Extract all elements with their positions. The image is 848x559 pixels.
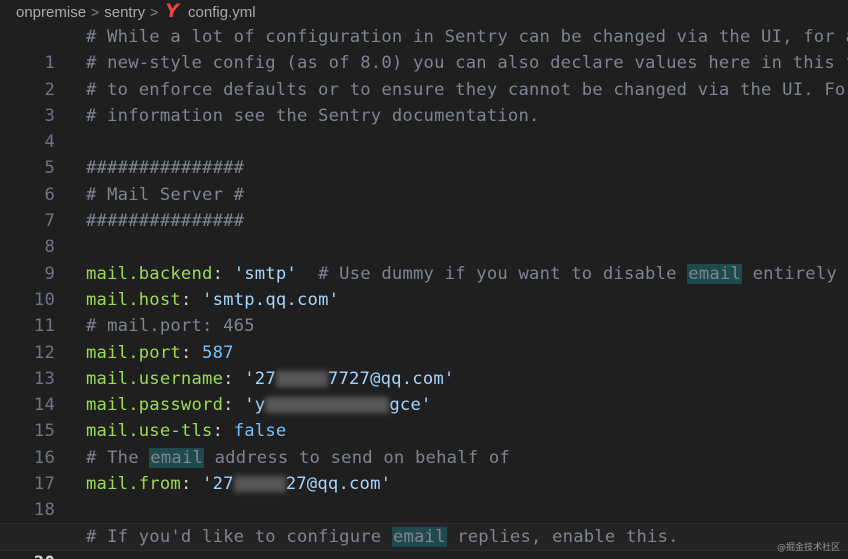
code-line[interactable]: 15 mail.password: 'y gce' bbox=[0, 392, 848, 441]
comment-text: # information see the Sentry documentati… bbox=[86, 105, 540, 126]
code-line[interactable]: 17 # The email address to send on behalf… bbox=[0, 445, 848, 494]
code-text: mail.use-tls: false bbox=[86, 418, 286, 444]
word-highlight: email bbox=[687, 263, 743, 284]
code-line[interactable]: 16 mail.use-tls: false bbox=[0, 418, 848, 467]
colon: : bbox=[180, 289, 203, 310]
breadcrumb: onpremise > sentry > Y config.yml bbox=[0, 0, 848, 24]
yaml-key: mail.use-tls bbox=[86, 421, 213, 442]
code-text: mail.host: 'smtp.qq.com' bbox=[86, 287, 339, 313]
chevron-right-icon: > bbox=[150, 4, 159, 20]
yaml-value: 587 bbox=[202, 342, 234, 363]
colon: : bbox=[223, 395, 245, 416]
colon: : bbox=[212, 421, 234, 442]
comment-text: # Mail Server # bbox=[86, 184, 245, 205]
redacted-blur bbox=[265, 397, 390, 414]
yaml-key: mail.from bbox=[86, 474, 181, 495]
code-line[interactable]: 14 mail.username: '27 7727@qq.com' bbox=[0, 366, 848, 415]
code-line[interactable]: 3 # to enforce defaults or to ensure the… bbox=[0, 77, 848, 126]
code-line[interactable]: 9 bbox=[0, 234, 848, 284]
colon: : bbox=[212, 263, 234, 284]
comment-text: ############### bbox=[86, 158, 245, 179]
code-line[interactable]: 19 bbox=[0, 497, 848, 547]
code-text: # The email address to send on behalf of bbox=[86, 445, 510, 471]
code-line[interactable]: 10 mail.backend: 'smtp' # Use dummy if y… bbox=[0, 261, 848, 310]
comment-text: # While a lot of configuration in Sentry… bbox=[86, 27, 848, 47]
breadcrumb-item-onpremise[interactable]: onpremise bbox=[16, 4, 86, 21]
yaml-value-end: gce' bbox=[389, 395, 432, 416]
code-line[interactable]: 2 # new-style config (as of 8.0) you can… bbox=[0, 50, 848, 99]
comment-text: replies, enable this. bbox=[446, 526, 679, 547]
yaml-value-start: 'y bbox=[244, 395, 266, 416]
yaml-key: mail.username bbox=[86, 368, 224, 389]
redacted-blur bbox=[275, 370, 328, 387]
code-line-current[interactable]: 20 # If you'd like to configure email re… bbox=[0, 522, 848, 559]
comment-text: # to enforce defaults or to ensure they … bbox=[86, 79, 848, 100]
code-line[interactable]: 5 bbox=[0, 129, 848, 178]
yaml-key: mail.backend bbox=[86, 263, 213, 284]
comment-text: address to send on behalf of bbox=[204, 447, 510, 468]
comment-text: # Use dummy if you want to disable bbox=[296, 263, 688, 284]
breadcrumb-item-config-yml[interactable]: config.yml bbox=[188, 4, 256, 21]
code-line[interactable]: 1 # While a lot of configuration in Sent… bbox=[0, 24, 848, 73]
comment-text: # If you'd like to configure bbox=[86, 526, 392, 547]
yaml-value: 'smtp' bbox=[233, 263, 297, 284]
chevron-right-icon: > bbox=[91, 4, 100, 20]
editor-window: onpremise > sentry > Y config.yml 1 # Wh… bbox=[0, 0, 848, 559]
yaml-value-end: 27@qq.com' bbox=[285, 474, 392, 495]
yaml-value: false bbox=[233, 421, 287, 442]
code-line[interactable]: 18 mail.from: '27 27@qq.com' bbox=[0, 471, 848, 520]
breadcrumb-item-sentry[interactable]: sentry bbox=[104, 4, 145, 21]
line-number: 20 bbox=[0, 550, 55, 559]
code-text: mail.password: 'y gce' bbox=[86, 392, 432, 418]
code-line[interactable]: 13 mail.port: 587 bbox=[0, 340, 848, 389]
code-line[interactable]: 11 mail.host: 'smtp.qq.com' bbox=[0, 287, 848, 336]
code-line[interactable]: 6 ############### bbox=[0, 155, 848, 204]
comment-text: # mail.port: 465 bbox=[86, 316, 255, 337]
colon: : bbox=[223, 368, 245, 389]
yaml-key: mail.password bbox=[86, 395, 224, 416]
comment-text: # The bbox=[86, 447, 150, 468]
code-text: # If you'd like to configure email repli… bbox=[86, 524, 679, 550]
redacted-blur bbox=[233, 476, 286, 493]
word-highlight: email bbox=[391, 526, 447, 547]
comment-text: entirely bbox=[742, 263, 837, 284]
colon: : bbox=[180, 474, 203, 495]
code-text: mail.backend: 'smtp' # Use dummy if you … bbox=[86, 261, 837, 287]
yaml-value-end: 7727@qq.com' bbox=[327, 368, 455, 389]
code-line[interactable]: 4 # information see the Sentry documenta… bbox=[0, 103, 848, 152]
code-line[interactable]: 8 ############### bbox=[0, 208, 848, 257]
yaml-value: 'smtp.qq.com' bbox=[202, 289, 340, 310]
colon: : bbox=[180, 342, 203, 363]
next-line-partial bbox=[86, 551, 316, 559]
code-text: mail.username: '27 7727@qq.com' bbox=[86, 366, 454, 392]
yaml-value-start: '27 bbox=[202, 474, 234, 495]
code-line[interactable]: 12 # mail.port: 465 bbox=[0, 313, 848, 362]
code-area[interactable]: 1 # While a lot of configuration in Sent… bbox=[0, 24, 848, 559]
comment-text: # new-style config (as of 8.0) you can a… bbox=[86, 53, 848, 74]
yaml-key: mail.port bbox=[86, 342, 181, 363]
code-text: mail.port: 587 bbox=[86, 340, 234, 366]
yaml-key: mail.host bbox=[86, 289, 181, 310]
watermark: @掘金技术社区 bbox=[776, 543, 840, 553]
code-text: mail.from: '27 27@qq.com' bbox=[86, 471, 391, 497]
code-line[interactable]: 7 # Mail Server # bbox=[0, 182, 848, 231]
yaml-value-start: '27 bbox=[244, 368, 276, 389]
yaml-icon: Y bbox=[165, 0, 180, 22]
comment-text: ############### bbox=[86, 211, 245, 232]
word-highlight: email bbox=[149, 447, 205, 468]
